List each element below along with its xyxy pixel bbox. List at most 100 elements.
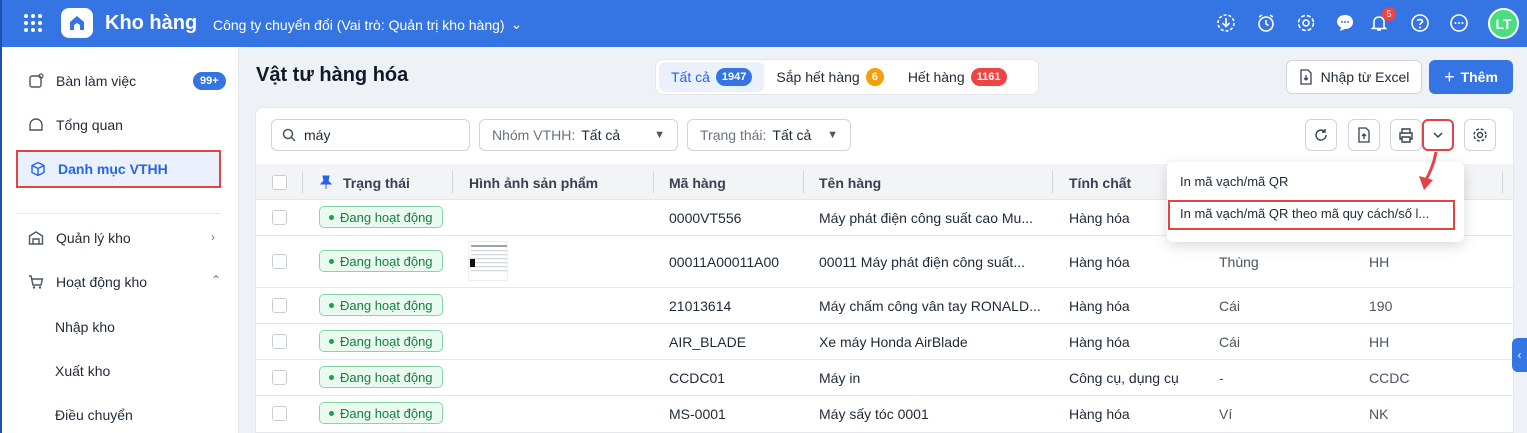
cell-type: Hàng hóa bbox=[1069, 298, 1130, 314]
tab-label: Tất cả bbox=[671, 69, 710, 85]
add-button[interactable]: + Thêm bbox=[1429, 60, 1513, 94]
status-dot-icon bbox=[329, 214, 334, 220]
product-thumbnail[interactable] bbox=[468, 241, 508, 281]
status-label: Đang hoạt động bbox=[340, 333, 433, 349]
help-icon[interactable] bbox=[1409, 12, 1431, 34]
cart-icon bbox=[26, 272, 46, 292]
status-badge: Đang hoạt động bbox=[319, 294, 443, 316]
workspace-count-badge: 99+ bbox=[193, 72, 226, 90]
cell-group-code: 190 bbox=[1369, 298, 1393, 314]
tab-all[interactable]: Tất cả 1947 bbox=[659, 62, 765, 92]
sidebar-subitem-transfer[interactable]: Điều chuyển bbox=[55, 407, 133, 423]
tab-low-stock[interactable]: Sắp hết hàng 6 bbox=[764, 62, 895, 92]
column-divider bbox=[803, 171, 804, 193]
red-arrow-annotation-icon bbox=[1419, 151, 1438, 190]
status-dot-icon bbox=[329, 302, 334, 308]
row-checkbox[interactable] bbox=[272, 210, 287, 225]
cell-type: Công cụ, dụng cụ bbox=[1069, 370, 1179, 386]
apps-grid-icon[interactable] bbox=[24, 14, 42, 32]
cell-unit: Ví bbox=[1219, 406, 1233, 422]
alarm-clock-icon[interactable] bbox=[1255, 12, 1277, 34]
chevron-down-icon: ▼ bbox=[654, 129, 665, 141]
file-export-icon bbox=[1358, 127, 1370, 143]
row-checkbox[interactable] bbox=[272, 298, 287, 313]
cell-code: 0000VT556 bbox=[669, 210, 742, 226]
chevron-right-icon: › bbox=[211, 230, 215, 244]
sidebar-item-workspace[interactable]: Bàn làm việc 99+ bbox=[16, 62, 226, 100]
status-filter-value: Tất cả bbox=[772, 127, 812, 143]
cell-name: Máy in bbox=[819, 370, 861, 386]
search-icon bbox=[282, 128, 296, 142]
column-header-type[interactable]: Tính chất bbox=[1069, 175, 1131, 191]
status-dot-icon bbox=[329, 338, 334, 344]
sidebar-item-warehouse-management[interactable]: Quản lý kho › bbox=[16, 219, 221, 257]
select-all-checkbox[interactable] bbox=[272, 175, 287, 190]
settings-gear-icon[interactable] bbox=[1295, 12, 1317, 34]
sidebar-item-label: Tổng quan bbox=[56, 117, 123, 133]
cell-type: Hàng hóa bbox=[1069, 254, 1130, 270]
column-divider bbox=[1052, 171, 1053, 193]
refresh-button[interactable] bbox=[1305, 119, 1337, 151]
app-title: Kho hàng bbox=[105, 12, 198, 34]
sidebar-item-overview[interactable]: Tổng quan bbox=[16, 106, 221, 144]
status-filter-dropdown[interactable]: Trạng thái: Tất cả ▼ bbox=[687, 119, 851, 151]
cell-name: Xe máy Honda AirBlade bbox=[819, 334, 968, 350]
column-header-name[interactable]: Tên hàng bbox=[819, 175, 881, 191]
sidebar-item-label: Quản lý kho bbox=[56, 230, 131, 246]
search-input[interactable] bbox=[304, 127, 454, 143]
row-checkbox[interactable] bbox=[272, 406, 287, 421]
tab-count-badge: 1161 bbox=[970, 68, 1007, 86]
cell-name: Máy chấm công vân tay RONALD... bbox=[819, 298, 1041, 314]
user-avatar[interactable]: LT bbox=[1488, 8, 1519, 39]
cell-unit: Cái bbox=[1219, 334, 1241, 350]
row-checkbox[interactable] bbox=[272, 334, 287, 349]
print-options-dropdown-button[interactable] bbox=[1422, 119, 1454, 151]
cell-code: MS-0001 bbox=[669, 406, 726, 422]
row-checkbox[interactable] bbox=[272, 254, 287, 269]
company-name: Công ty chuyển đổi (Vai trò: Quản trị kh… bbox=[213, 16, 505, 33]
cell-type: Hàng hóa bbox=[1069, 406, 1130, 422]
add-button-label: Thêm bbox=[1460, 69, 1498, 85]
sidebar-item-warehouse-operations[interactable]: Hoạt động kho ⌃ bbox=[16, 263, 221, 301]
page-title: Vật tư hàng hóa bbox=[256, 64, 409, 86]
status-label: Đang hoạt động bbox=[340, 369, 433, 385]
top-bar: Kho hàng Công ty chuyển đổi (Vai trò: Qu… bbox=[0, 0, 1527, 47]
tab-out-of-stock[interactable]: Hết hàng 1161 bbox=[896, 62, 1019, 92]
group-filter-value: Tất cả bbox=[581, 127, 621, 143]
search-field[interactable] bbox=[271, 119, 470, 151]
company-switcher[interactable]: Công ty chuyển đổi (Vai trò: Quản trị kh… bbox=[213, 16, 522, 33]
cell-unit: Thùng bbox=[1219, 254, 1259, 270]
table-row[interactable] bbox=[256, 360, 1513, 396]
sidebar-subitem-goods-issue[interactable]: Xuất kho bbox=[55, 363, 110, 379]
cell-type: Hàng hóa bbox=[1069, 210, 1130, 226]
chat-icon[interactable] bbox=[1334, 12, 1356, 34]
column-divider bbox=[653, 171, 654, 193]
column-header-status[interactable]: Trạng thái bbox=[343, 175, 410, 191]
side-panel-toggle[interactable]: ‹ bbox=[1512, 338, 1527, 372]
chevron-down-icon: ▼ bbox=[827, 129, 838, 141]
row-checkbox[interactable] bbox=[272, 370, 287, 385]
column-header-image[interactable]: Hình ảnh sản phẩm bbox=[469, 175, 598, 191]
import-excel-button[interactable]: Nhập từ Excel bbox=[1286, 60, 1422, 94]
status-badge: Đang hoạt động bbox=[319, 250, 443, 272]
group-filter-dropdown[interactable]: Nhóm VTHH: Tất cả ▼ bbox=[479, 119, 678, 151]
sidebar-subitem-goods-receipt[interactable]: Nhập kho bbox=[55, 319, 115, 335]
sidebar-item-product-catalog[interactable]: Danh mục VTHH bbox=[16, 150, 221, 188]
status-badge: Đang hoạt động bbox=[319, 330, 443, 352]
download-icon[interactable] bbox=[1215, 12, 1237, 34]
group-filter-label: Nhóm VTHH: bbox=[492, 127, 576, 143]
refresh-icon bbox=[1315, 129, 1327, 141]
sidebar-item-label: Bàn làm việc bbox=[56, 73, 137, 89]
column-header-code[interactable]: Mã hàng bbox=[669, 175, 726, 191]
cell-code: 21013614 bbox=[669, 298, 732, 314]
export-button[interactable] bbox=[1348, 119, 1380, 151]
table-settings-button[interactable] bbox=[1464, 119, 1496, 151]
column-divider bbox=[1502, 171, 1503, 193]
chevron-down-icon bbox=[1433, 132, 1443, 139]
print-button[interactable] bbox=[1390, 119, 1422, 151]
sidebar-item-label: Hoạt động kho bbox=[56, 274, 148, 290]
more-options-icon[interactable] bbox=[1448, 12, 1470, 34]
pin-icon[interactable] bbox=[320, 175, 332, 189]
menu-item-print-barcode-qr[interactable]: In mã vạch/mã QR bbox=[1180, 174, 1288, 189]
menu-item-print-barcode-qr-by-spec[interactable]: In mã vạch/mã QR theo mã quy cách/số l..… bbox=[1180, 206, 1429, 221]
